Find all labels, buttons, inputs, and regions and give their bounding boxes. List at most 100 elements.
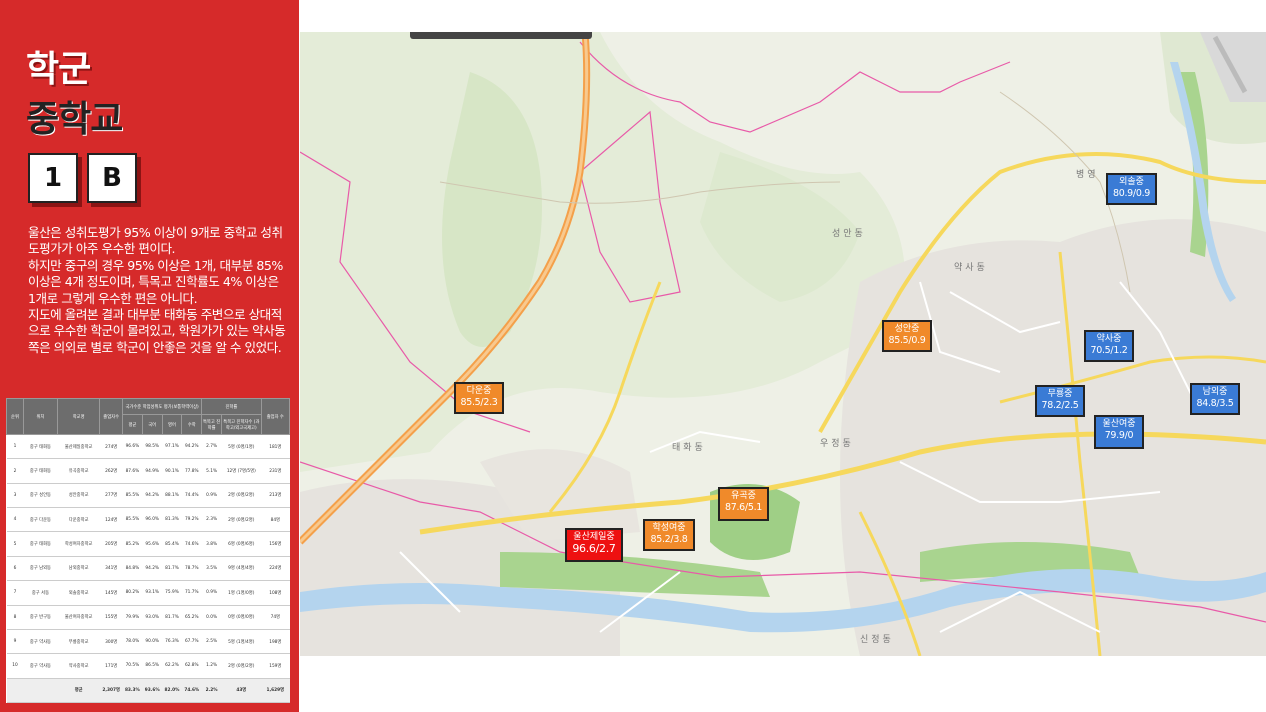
table-cell: 학성여자중학교 — [57, 531, 100, 557]
table-cell: 중구 반구동 — [23, 605, 58, 630]
badge-letter: B — [87, 153, 137, 203]
table-footer-cell — [23, 678, 58, 704]
school-score: 70.5/1.2 — [1090, 345, 1128, 356]
table-cell: 87.6% — [122, 458, 143, 484]
table-cell: 74.6% — [181, 531, 202, 557]
table-cell: 중구 태화동 — [23, 531, 58, 557]
table-footer-cell — [6, 678, 24, 704]
table-cell: 중구 서동 — [23, 580, 58, 606]
table-cell: 62.2% — [162, 653, 182, 679]
table-cell: 0.0% — [201, 605, 222, 630]
header-special-rate: 특목고 진학률 — [201, 414, 222, 435]
header-special-count: 특목고 진학자수 (과학고/외고국제고) — [220, 414, 262, 435]
district-label-yaksa: 약사동 — [954, 263, 988, 273]
table-cell: 94.2% — [181, 434, 202, 460]
table-cell: 78.0% — [122, 629, 143, 655]
table-cell: 80.2% — [122, 580, 143, 606]
table-cell: 94.2% — [142, 556, 163, 582]
school-marker-muryong[interactable]: 무룡중 78.2/2.5 — [1035, 385, 1085, 417]
table-cell: 213명 — [261, 483, 290, 509]
table-cell: 2 — [6, 458, 24, 484]
description-paragraph-2: 하지만 중구의 경우 95% 이상은 1개, 대부분 85% 이상은 4개 정도… — [28, 257, 283, 306]
table-cell: 중구 성안동 — [23, 483, 58, 509]
header-graduates: 졸업자 수 — [260, 398, 291, 435]
table-row: 3 중구 성안동 성안중학교 277명 85.5% 94.2% 88.1% 74.4% 0.9%… — [6, 483, 290, 509]
school-marker-oesol[interactable]: 외솔중 80.9/0.9 — [1106, 173, 1157, 205]
table-cell: 198명 — [261, 629, 290, 655]
table-footer-cell: 2,307명 — [99, 678, 123, 704]
header-korean: 국어 — [141, 414, 163, 435]
school-score: 85.5/0.9 — [888, 335, 926, 346]
table-cell: 71.7% — [181, 580, 202, 606]
table-cell: 81.3% — [162, 507, 182, 533]
table-cell: 155명 — [99, 605, 123, 630]
table-cell: 97.1% — [162, 434, 182, 460]
table-cell: 2명 (0명/2명) — [221, 653, 262, 679]
table-cell: 79.2% — [181, 507, 202, 533]
school-marker-ulsan-girls[interactable]: 울산여중 79.9/0 — [1094, 415, 1144, 449]
header-english: 영어 — [161, 414, 183, 435]
school-score: 80.9/0.9 — [1112, 188, 1151, 199]
table-cell: 84명 — [261, 507, 290, 533]
table-cell: 중구 남외동 — [23, 556, 58, 582]
school-score: 85.5/2.3 — [460, 397, 498, 408]
table-cell: 224명 — [261, 556, 290, 582]
table-row: 5 중구 태화동 학성여자중학교 205명 85.2% 95.6% 85.4% 74.6% 3.… — [6, 531, 290, 557]
table-cell: 181명 — [261, 434, 290, 460]
table-cell: 65.2% — [181, 605, 202, 630]
table-cell: 70.5% — [122, 653, 143, 679]
table-cell: 6명 (0명/6명) — [221, 531, 262, 557]
school-marker-yugok[interactable]: 유곡중 87.6/5.1 — [718, 487, 769, 521]
header-students: 졸업자수 — [99, 398, 123, 435]
table-cell: 0명 (0명/0명) — [221, 605, 262, 630]
table-cell: 5명 (0명/1명) — [221, 434, 262, 460]
table-cell: 3.5% — [201, 556, 222, 582]
school-marker-namoe[interactable]: 남외중 84.8/3.5 — [1190, 383, 1240, 415]
table-cell: 0.9% — [201, 483, 222, 509]
school-name: 다운중 — [466, 386, 492, 396]
table-row: 4 중구 다운동 다운중학교 124명 85.5% 96.0% 81.3% 79.2% 2.3%… — [6, 507, 290, 533]
table-cell: 2명 (0명/2명) — [221, 507, 262, 533]
table-cell: 12명 (7명/5명) — [221, 458, 262, 484]
table-footer-cell: 74.6% — [181, 678, 202, 704]
table-cell: 2.5% — [201, 629, 222, 655]
table-cell: 62.8% — [181, 653, 202, 679]
table-cell: 2명 (0명/2명) — [221, 483, 262, 509]
table-cell: 85.2% — [122, 531, 143, 557]
table-cell: 중구 태화동 — [23, 458, 58, 484]
school-score: 79.9/0 — [1104, 430, 1134, 441]
table-cell: 96.6% — [122, 434, 143, 460]
table-cell: 93.1% — [142, 580, 163, 606]
table-footer-cell: 43명 — [221, 678, 262, 704]
table-cell: 94.2% — [142, 483, 163, 509]
school-marker-seongan[interactable]: 성안중 85.5/0.9 — [882, 320, 932, 352]
school-ranking-table: 순위 위치 학교명 졸업자수 국가수준 학업성취도 평가(보통학력이상) 진학률… — [6, 398, 291, 704]
table-cell: 86.5% — [142, 653, 163, 679]
school-marker-yaksa[interactable]: 약사중 70.5/1.2 — [1084, 330, 1134, 362]
table-cell: 유곡중학교 — [57, 458, 100, 484]
school-score: 96.6/2.7 — [572, 542, 616, 555]
district-label-ujeong: 우정동 — [820, 439, 854, 449]
school-name: 성안중 — [894, 324, 920, 334]
table-cell: 81.7% — [162, 556, 182, 582]
table-cell: 94.9% — [142, 458, 163, 484]
school-marker-dawoon[interactable]: 다운중 85.5/2.3 — [454, 382, 504, 414]
title-line-2: 중학교 — [26, 99, 123, 140]
table-cell: 108명 — [261, 580, 290, 606]
table-cell: 300명 — [99, 629, 123, 655]
table-cell: 88.1% — [162, 483, 182, 509]
table-row: 6 중구 남외동 남외중학교 341명 84.8% 94.2% 81.7% 78.7% 3.5%… — [6, 556, 290, 582]
table-cell: 85.5% — [122, 483, 143, 509]
header-achievement-group: 국가수준 학업성취도 평가(보통학력이상) — [121, 398, 203, 415]
table-cell: 75.9% — [162, 580, 182, 606]
map-top-bar — [410, 32, 592, 39]
table-cell: 5명 (1명/4명) — [221, 629, 262, 655]
table-footer-cell: 83.3% — [122, 678, 143, 704]
school-score: 84.8/3.5 — [1196, 398, 1234, 409]
school-marker-ulsan-jeil[interactable]: 울산제일중 96.6/2.7 — [565, 528, 623, 562]
table-cell: 85.5% — [122, 507, 143, 533]
school-marker-hakseong-girls[interactable]: 학성여중 85.2/3.8 — [643, 519, 695, 551]
school-score: 85.2/3.8 — [650, 534, 688, 545]
table-row: 9 중구 약사동 무룡중학교 300명 78.0% 90.0% 76.3% 67.7% 2.5%… — [6, 629, 290, 655]
district-label-sinjeong: 신정동 — [860, 635, 894, 645]
